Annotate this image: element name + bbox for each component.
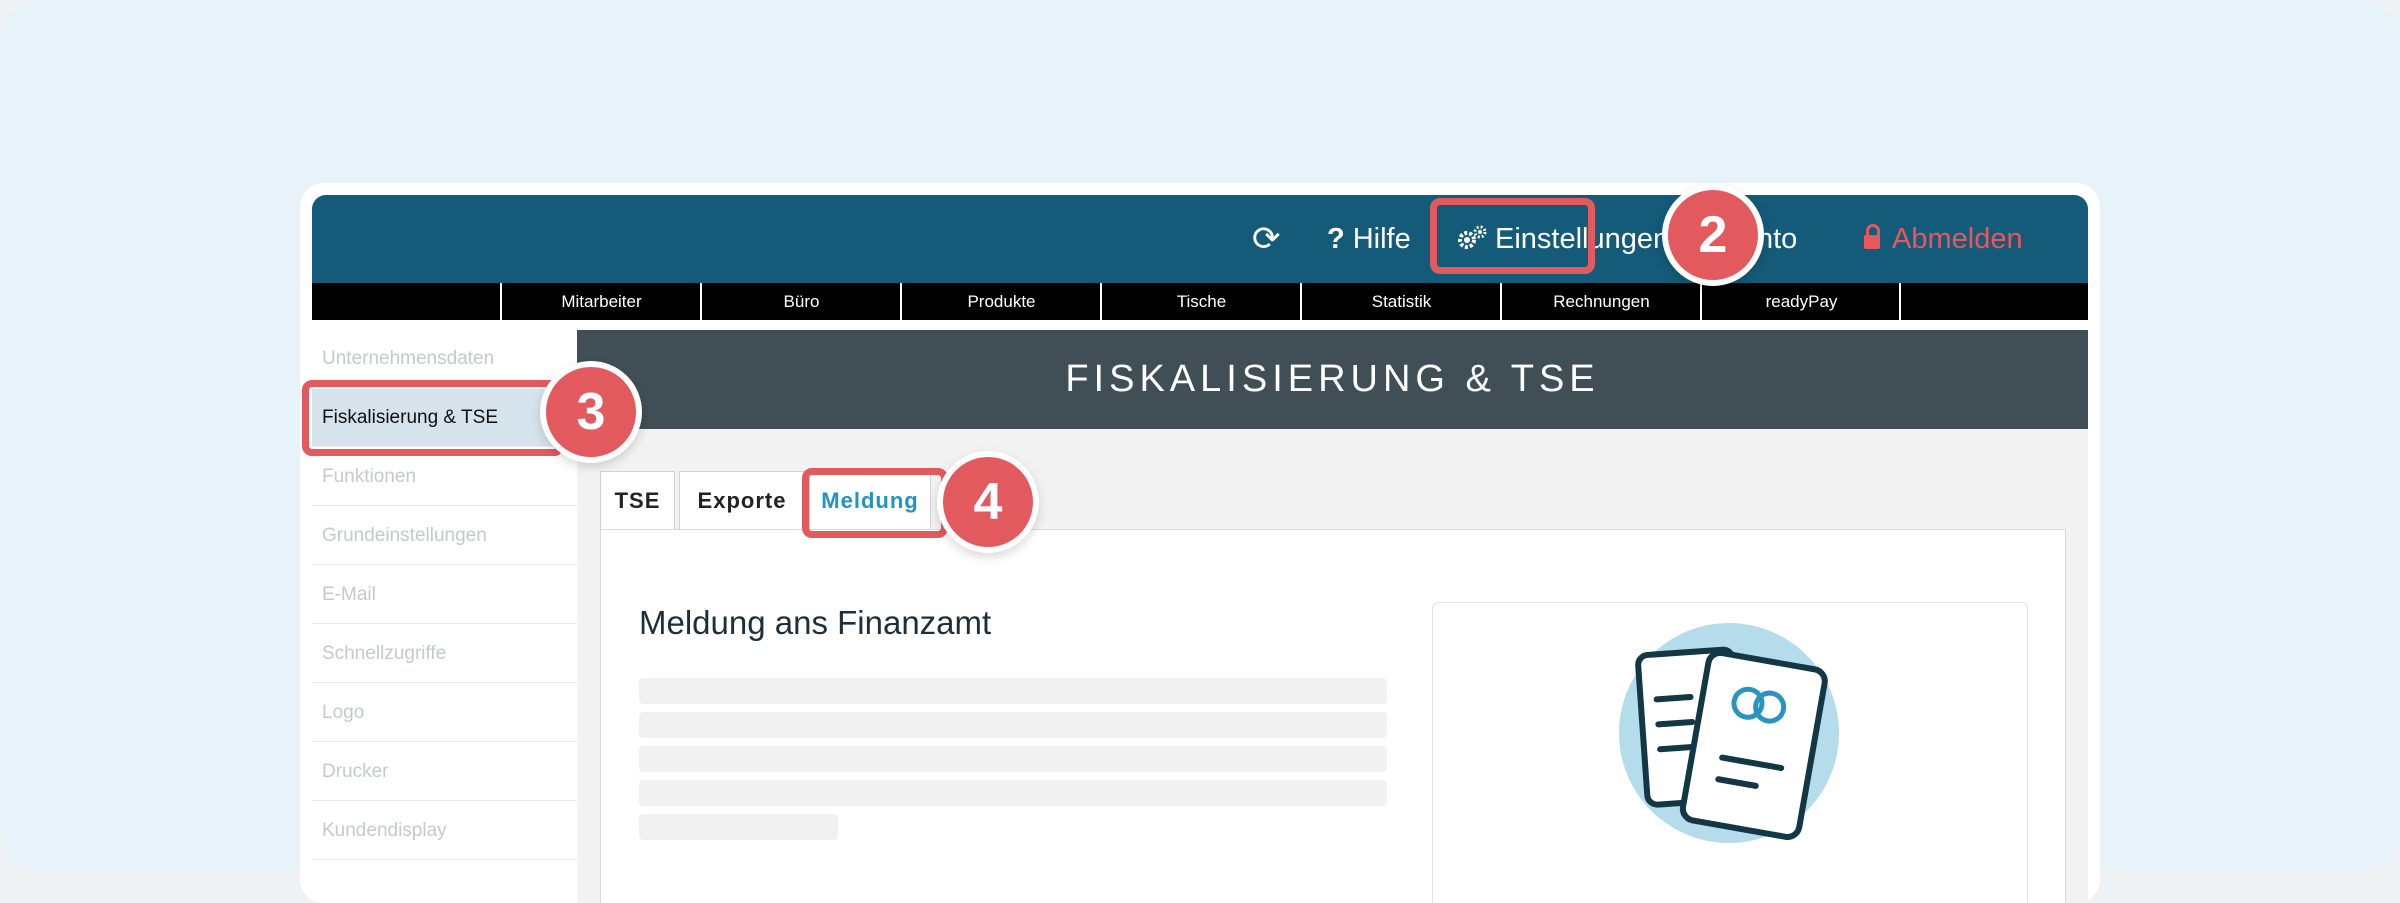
nav-item-mitarbeiter[interactable]: Mitarbeiter — [500, 283, 701, 320]
sidebar-item-funktionen[interactable]: Funktionen — [312, 448, 577, 506]
app-window: ⟳ ? Hilfe Einstellungen nto Abmelden Mita… — [300, 183, 2100, 903]
sidebar-item-email[interactable]: E-Mail — [312, 566, 577, 624]
text-placeholder — [639, 678, 1387, 704]
logout-button[interactable]: Abmelden — [1864, 195, 2023, 283]
panel-title: Meldung ans Finanzamt — [639, 604, 992, 641]
step-badge-4: 4 — [937, 451, 1039, 553]
help-label: Hilfe — [1352, 223, 1411, 255]
sidebar-item-schnellzugriffe[interactable]: Schnellzugriffe — [312, 625, 577, 683]
nav-item-produkte[interactable]: Produkte — [900, 283, 1101, 320]
highlight-tab — [802, 468, 948, 538]
refresh-button[interactable]: ⟳ — [1252, 195, 1281, 283]
tab-tse[interactable]: TSE — [600, 471, 675, 529]
nav-item-rechnungen[interactable]: Rechnungen — [1500, 283, 1701, 320]
main-nav: Mitarbeiter Büro Produkte Tische Statist… — [312, 283, 2088, 320]
text-placeholder — [639, 780, 1387, 806]
nav-item-readypay[interactable]: readyPay — [1700, 283, 1901, 320]
step-badge-3: 3 — [540, 361, 642, 463]
highlight-settings — [1430, 198, 1595, 274]
highlight-sidebar — [302, 380, 564, 456]
lock-icon — [1864, 224, 1880, 249]
step-badge-2: 2 — [1662, 184, 1764, 286]
tab-exporte[interactable]: Exporte — [679, 471, 805, 529]
nav-divider — [1899, 283, 1901, 320]
illustration-card — [1432, 602, 2028, 903]
text-placeholder — [639, 746, 1387, 772]
logout-label: Abmelden — [1892, 223, 2023, 255]
meldung-panel: Meldung ans Finanzamt — [600, 529, 2066, 903]
question-icon: ? — [1327, 223, 1345, 255]
main-content: FISKALISIERUNG & TSE TSE Exporte Meldung… — [577, 330, 2088, 903]
text-placeholder — [639, 814, 838, 840]
page-title: FISKALISIERUNG & TSE — [577, 330, 2088, 429]
refresh-icon: ⟳ — [1252, 220, 1281, 258]
documents-icon — [1619, 623, 1839, 843]
text-placeholder — [639, 712, 1387, 738]
help-button[interactable]: ? Hilfe — [1327, 195, 1411, 283]
nav-item-statistik[interactable]: Statistik — [1300, 283, 1501, 320]
top-bar: ⟳ ? Hilfe Einstellungen nto Abmelden — [312, 195, 2088, 283]
sidebar-item-logo[interactable]: Logo — [312, 684, 577, 742]
sidebar-item-drucker[interactable]: Drucker — [312, 743, 577, 801]
sidebar-item-grundeinstellungen[interactable]: Grundeinstellungen — [312, 507, 577, 565]
sidebar-item-kundendisplay[interactable]: Kundendisplay — [312, 802, 577, 860]
nav-item-tische[interactable]: Tische — [1100, 283, 1301, 320]
nav-item-buero[interactable]: Büro — [700, 283, 901, 320]
